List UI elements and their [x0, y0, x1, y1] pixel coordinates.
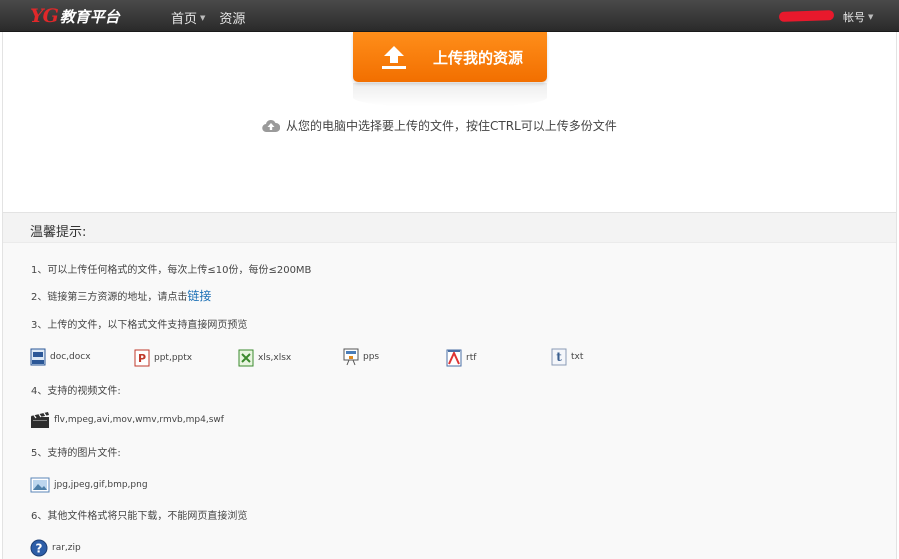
word-doc-icon — [30, 348, 46, 366]
txt-icon: t — [551, 348, 567, 366]
format-txt-label: txt — [571, 352, 584, 362]
format-other: ? rar,zip — [30, 539, 81, 557]
film-clapper-icon — [31, 412, 49, 428]
upload-resource-button[interactable]: 上传我的资源 — [353, 32, 547, 82]
format-pps-label: pps — [363, 352, 380, 362]
other-formats-label: rar,zip — [52, 543, 81, 553]
nav-item-resources[interactable]: 资源 — [219, 8, 245, 27]
tip-line-4: 4、支持的视频文件: — [31, 386, 121, 397]
upload-hint: 从您的电脑中选择要上传的文件，按住CTRL可以上传多份文件 — [262, 117, 617, 134]
nav-item-home-label: 首页 — [171, 12, 198, 27]
picture-icon — [30, 477, 50, 493]
format-xls-label: xls,xlsx — [258, 353, 292, 363]
excel-icon — [238, 349, 254, 367]
account-menu[interactable]: 帐号 ▼ — [843, 9, 873, 25]
format-pps: pps — [343, 348, 379, 366]
upload-button-label: 上传我的资源 — [433, 48, 524, 67]
format-txt: t txt — [551, 348, 583, 366]
image-formats-label: jpg,jpeg,gif,bmp,png — [54, 480, 148, 490]
tip-line-2-text: 2、链接第三方资源的地址，请点击 — [31, 292, 188, 303]
tips-panel: 温馨提示: 1、可以上传任何格式的文件，每次上传≤10份，每份≤200MB 2、… — [2, 212, 897, 559]
format-image: jpg,jpeg,gif,bmp,png — [30, 477, 148, 493]
cloud-upload-icon — [262, 119, 280, 132]
upload-arrow-icon — [382, 46, 406, 69]
tips-title: 温馨提示: — [30, 225, 87, 240]
format-ppt: P ppt,pptx — [134, 349, 192, 367]
pps-icon — [343, 348, 359, 366]
svg-text:t: t — [556, 350, 562, 364]
site-logo[interactable]: YG 教育平台 — [30, 5, 120, 27]
username-redacted — [778, 10, 835, 22]
top-navigation-bar: YG 教育平台 首页 ▼ 资源 帐号 ▼ — [0, 0, 899, 32]
format-rtf-label: rtf — [466, 353, 477, 363]
account-label: 帐号 — [843, 11, 865, 24]
tips-header: 温馨提示: — [3, 213, 896, 243]
format-xls: xls,xlsx — [238, 349, 291, 367]
nav-item-home[interactable]: 首页 ▼ — [171, 8, 205, 27]
rtf-icon — [446, 349, 462, 367]
format-doc-label: doc,docx — [50, 352, 91, 362]
tip-line-3: 3、上传的文件，以下格式文件支持直接网页预览 — [31, 320, 248, 331]
tip-line-2: 2、链接第三方资源的地址，请点击链接 — [31, 287, 211, 304]
tip-line-1: 1、可以上传任何格式的文件，每次上传≤10份，每份≤200MB — [31, 265, 312, 276]
question-mark-icon: ? — [30, 539, 48, 557]
format-rtf: rtf — [446, 349, 476, 367]
logo-mark: YG — [30, 5, 59, 27]
svg-text:?: ? — [36, 542, 43, 556]
powerpoint-icon: P — [134, 349, 150, 367]
logo-text: 教育平台 — [59, 8, 120, 26]
format-video: flv,mpeg,avi,mov,wmv,rmvb,mp4,swf — [30, 411, 224, 429]
upload-hint-text: 从您的电脑中选择要上传的文件，按住CTRL可以上传多份文件 — [286, 119, 617, 133]
main-nav: 首页 ▼ 资源 — [171, 8, 245, 27]
button-reflection — [353, 83, 547, 107]
svg-text:P: P — [138, 352, 146, 365]
video-formats-label: flv,mpeg,avi,mov,wmv,rmvb,mp4,swf — [54, 415, 224, 425]
chevron-down-icon: ▼ — [200, 13, 206, 22]
third-party-link[interactable]: 链接 — [187, 289, 211, 303]
format-doc: doc,docx — [30, 348, 91, 366]
chevron-down-icon: ▼ — [868, 13, 874, 21]
nav-item-resources-label: 资源 — [219, 12, 246, 27]
tip-line-5: 5、支持的图片文件: — [31, 448, 121, 459]
format-ppt-label: ppt,pptx — [154, 353, 193, 363]
tip-line-6: 6、其他文件格式将只能下载，不能网页直接浏览 — [31, 511, 248, 522]
